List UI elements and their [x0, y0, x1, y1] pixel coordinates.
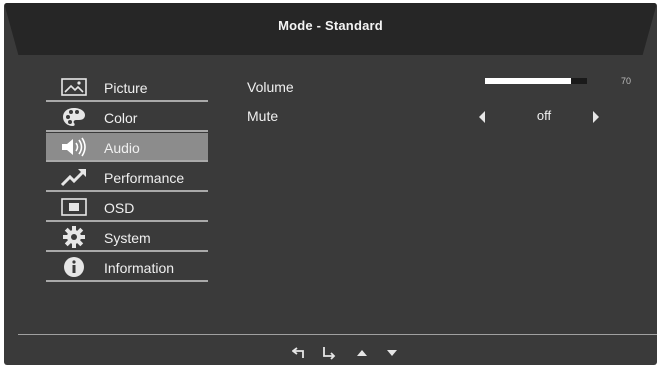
page-title: Mode - Standard: [278, 18, 383, 33]
mute-value: off: [536, 108, 552, 123]
mute-right-arrow-icon[interactable]: [591, 110, 601, 124]
mute-left-arrow-icon[interactable]: [477, 110, 487, 124]
menu-item-osd[interactable]: OSD: [46, 193, 208, 222]
picture-icon: [60, 77, 88, 97]
osd-icon: [60, 197, 88, 217]
menu-item-audio[interactable]: Audio: [46, 133, 208, 162]
speaker-icon: [60, 137, 88, 157]
palette-icon: [60, 107, 88, 127]
menu-item-picture[interactable]: Picture: [46, 73, 208, 102]
volume-slider[interactable]: [485, 78, 587, 84]
osd-panel: Mode - Standard Picture Color Audio Perf…: [4, 3, 657, 365]
menu-item-color[interactable]: Color: [46, 103, 208, 132]
down-icon[interactable]: [384, 346, 400, 360]
menu-item-label: Picture: [104, 80, 148, 96]
menu-item-label: Audio: [104, 140, 140, 156]
info-icon: [60, 257, 88, 277]
trend-arrow-icon: [60, 167, 88, 187]
menu-item-information[interactable]: Information: [46, 253, 208, 282]
volume-value: 70: [621, 76, 632, 86]
footer-divider: [18, 334, 657, 335]
menu-item-performance[interactable]: Performance: [46, 163, 208, 192]
volume-label: Volume: [247, 79, 294, 95]
volume-slider-fill: [485, 78, 571, 84]
back-icon[interactable]: [291, 346, 308, 360]
menu-item-label: Performance: [104, 170, 185, 186]
gear-icon: [60, 226, 88, 248]
main-menu: Picture Color Audio Performance OSD Syst…: [46, 73, 208, 283]
menu-item-label: System: [104, 230, 151, 246]
up-icon[interactable]: [354, 346, 370, 360]
mute-label: Mute: [247, 108, 279, 124]
enter-icon[interactable]: [321, 346, 337, 360]
menu-item-label: Color: [104, 110, 138, 126]
menu-item-label: OSD: [104, 200, 135, 216]
menu-item-label: Information: [104, 260, 175, 276]
menu-item-system[interactable]: System: [46, 223, 208, 252]
